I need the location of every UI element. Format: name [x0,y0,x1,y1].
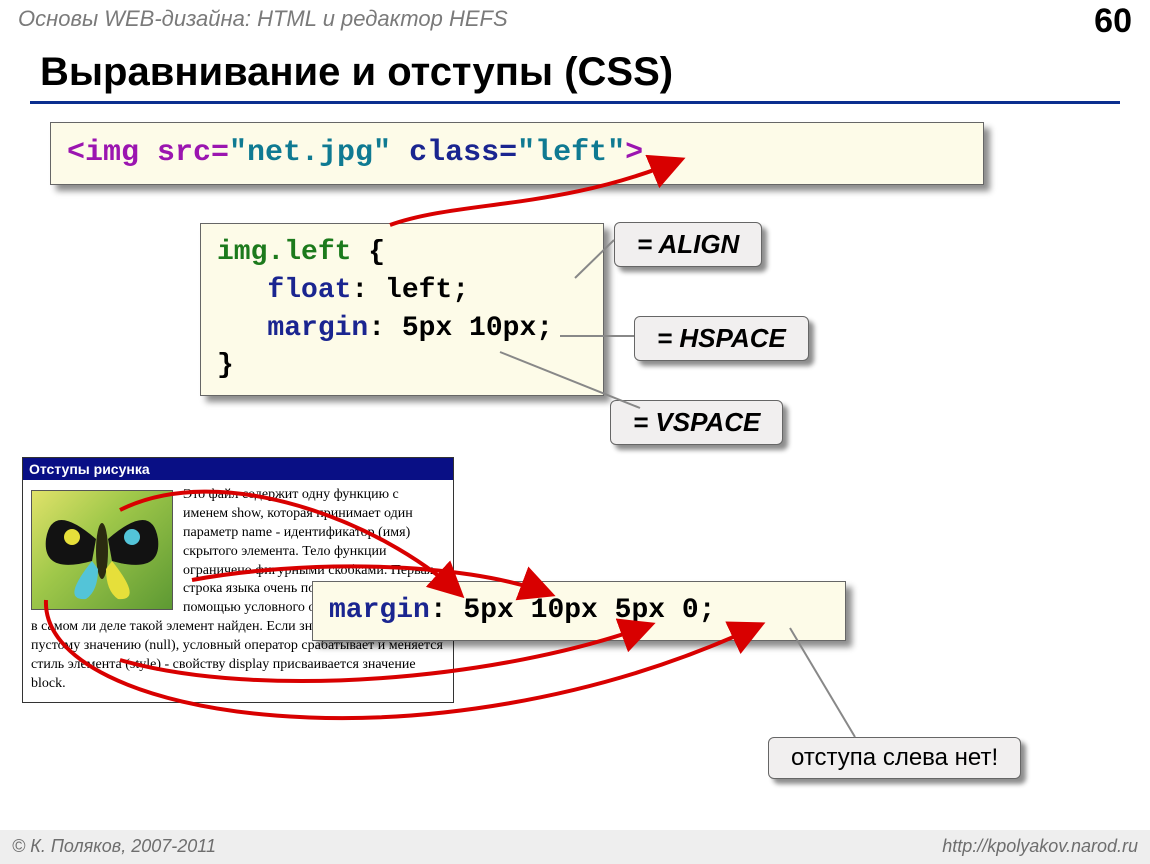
callout-hspace: = HSPACE [634,316,809,361]
footer: © К. Поляков, 2007-2011 http://kpolyakov… [0,830,1150,864]
page-number: 60 [1094,2,1132,41]
tok-brace: { [351,237,385,268]
tok-prop-float: float [217,275,351,306]
tok-val-margin: : 5px 10px; [368,313,553,344]
tok-prop-margin4: margin [329,595,430,626]
tok-brace-close: } [217,350,234,381]
code-html-img: <img src="net.jpg" class="left"> [50,122,984,185]
callout-no-left-margin: отступа слева нет! [768,737,1021,779]
browser-titlebar: Отступы рисунка [23,458,453,480]
tok-selector: img.left [217,237,351,268]
title-underline [30,101,1120,104]
butterfly-image [31,490,173,610]
code-margin4: margin: 5px 10px 5px 0; [312,581,846,641]
code-css-rule: img.left { float: left; margin: 5px 10px… [200,223,604,396]
tok-attr: class= [409,136,517,170]
tok-prop-margin: margin [217,313,368,344]
tok-close: > [625,136,643,170]
breadcrumb: Основы WEB-дизайна: HTML и редактор HEFS [18,6,508,32]
tok-str1: "net.jpg" [229,136,409,170]
callout-vspace: = VSPACE [610,400,783,445]
callout-align: = ALIGN [614,222,762,267]
tok-val-margin4: : 5px 10px 5px 0; [430,595,716,626]
tok-val-float: : left; [351,275,469,306]
tok-tag: <img src= [67,136,229,170]
footer-copyright: © К. Поляков, 2007-2011 [12,836,216,857]
footer-url: http://kpolyakov.narod.ru [942,836,1138,857]
tok-str2: "left" [517,136,625,170]
browser-window: Отступы рисунка Это файл содержит одну ф… [22,457,454,703]
page-title: Выравнивание и отступы (CSS) [40,50,673,95]
